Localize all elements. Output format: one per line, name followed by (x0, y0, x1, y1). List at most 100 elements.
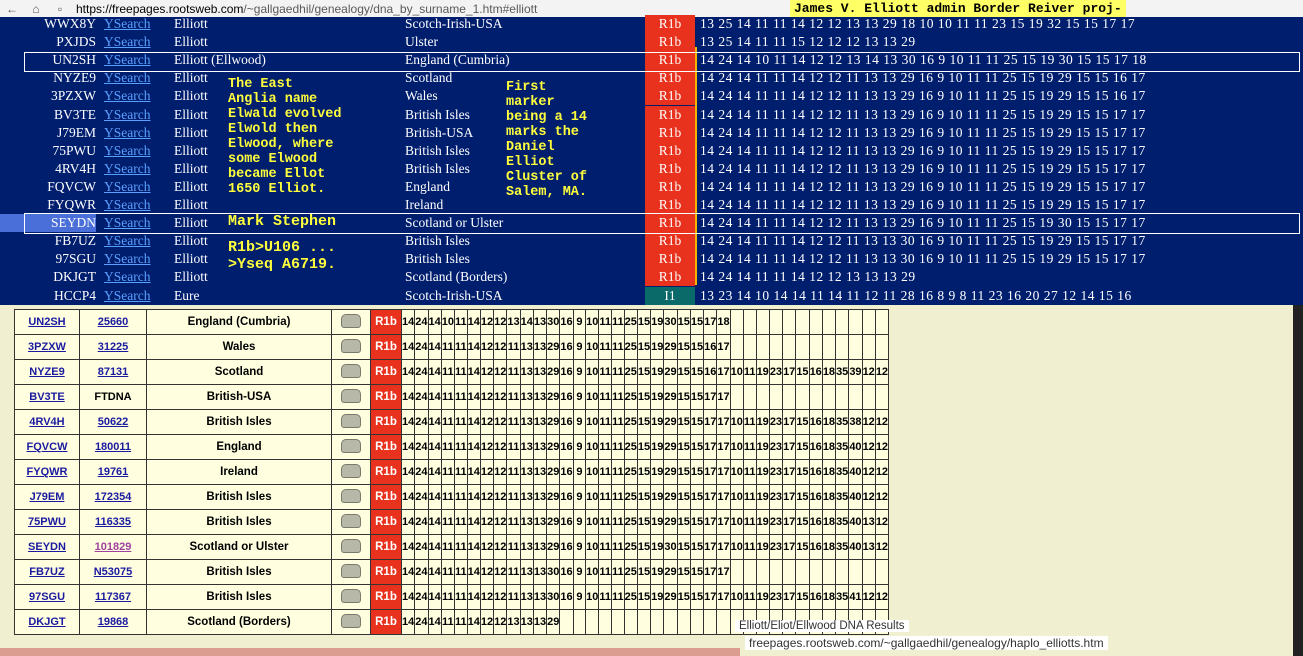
marker-value: 25 (623, 334, 638, 360)
ysearch-link[interactable]: YSearch (104, 287, 150, 305)
marker-value: 23 (768, 584, 784, 610)
ysearch-id-link[interactable]: 25660 (79, 309, 147, 335)
marker-value: 18 (821, 584, 837, 610)
kit-link[interactable]: J79EM (14, 484, 80, 510)
marker-value: 13 (519, 534, 534, 560)
map-icon-cell[interactable] (331, 534, 371, 560)
kit-link[interactable]: FB7UZ (14, 559, 80, 585)
marker-value: 11 (598, 409, 613, 435)
map-icon[interactable] (341, 588, 361, 603)
map-icon-cell[interactable] (331, 559, 371, 585)
ysearch-id-link[interactable]: 172354 (79, 484, 147, 510)
marker-value: 16 (559, 334, 574, 360)
haplogroup-cell: R1b (370, 459, 402, 485)
ysearch-link[interactable]: YSearch (104, 69, 150, 87)
marker-value: 14 (427, 409, 442, 435)
map-icon[interactable] (341, 388, 361, 403)
map-icon[interactable] (341, 463, 361, 478)
str-values: 14 24 14 11 11 14 12 12 11 13 13 29 16 9… (700, 142, 1146, 158)
map-icon[interactable] (341, 413, 361, 428)
ysearch-link[interactable]: YSearch (104, 87, 150, 105)
map-icon[interactable] (341, 488, 361, 503)
marker-value (585, 609, 600, 635)
address-bar[interactable]: https://freepages.rootsweb.com/~gallgaed… (76, 2, 537, 16)
marker-value: 11 (611, 509, 625, 535)
kit-link[interactable]: 4RV4H (14, 409, 80, 435)
ysearch-link[interactable]: YSearch (104, 142, 150, 160)
ysearch-id-link[interactable]: 31225 (79, 334, 147, 360)
ysearch-link[interactable]: YSearch (104, 232, 150, 250)
marker-value: 11 (454, 309, 468, 335)
map-icon[interactable] (341, 313, 361, 328)
kit-link[interactable]: DKJGT (14, 609, 80, 635)
ysearch-id-link[interactable]: 101829 (79, 534, 147, 560)
map-icon-cell[interactable] (331, 459, 371, 485)
ysearch-id-link[interactable]: 180011 (79, 434, 147, 460)
origin: England (405, 178, 450, 194)
kit-link[interactable]: 3PZXW (14, 334, 80, 360)
marker-value (559, 609, 574, 635)
map-icon-cell[interactable] (331, 484, 371, 510)
ysearch-id-link[interactable]: 87131 (79, 359, 147, 385)
kit-id: PXJDS (56, 34, 96, 50)
ysearch-link[interactable]: YSearch (104, 268, 150, 286)
haplogroup: R1b (645, 123, 695, 142)
haplogroup: R1b (645, 141, 695, 160)
ysearch-link[interactable]: YSearch (104, 214, 150, 232)
marker-value (874, 309, 890, 335)
marker-value: 11 (611, 434, 625, 460)
kit-link[interactable]: 75PWU (14, 509, 80, 535)
marker-value: 15 (636, 559, 652, 585)
map-icon-cell[interactable] (331, 309, 371, 335)
map-icon[interactable] (341, 513, 361, 528)
ysearch-id-link[interactable]: 19868 (79, 609, 147, 635)
map-icon-cell[interactable] (331, 509, 371, 535)
table-row: NYZE9 87131 Scotland R1b 14 24 14 11 11 14 12 12 11 1… (14, 359, 890, 385)
marker-value: 12 (479, 409, 495, 435)
map-icon[interactable] (341, 538, 361, 553)
ysearch-id-link[interactable]: 116335 (79, 509, 147, 535)
ysearch-link[interactable]: YSearch (104, 51, 150, 69)
marker-value: 40 (848, 484, 863, 510)
map-icon[interactable] (341, 613, 361, 628)
kit-link[interactable]: 97SGU (14, 584, 80, 610)
ysearch-id-link[interactable]: N53075 (79, 559, 147, 585)
map-icon[interactable] (341, 438, 361, 453)
marker-value: 35 (835, 484, 850, 510)
ysearch-link[interactable]: YSearch (104, 178, 150, 196)
ysearch-link[interactable]: YSearch (104, 250, 150, 268)
map-icon[interactable] (341, 363, 361, 378)
kit-link[interactable]: NYZE9 (14, 359, 80, 385)
ysearch-id-link[interactable]: 19761 (79, 459, 147, 485)
footer-url[interactable]: freepages.rootsweb.com/~gallgaedhil/gene… (745, 636, 1108, 650)
marker-value: 15 (795, 534, 810, 560)
map-icon-cell[interactable] (331, 334, 371, 360)
kit-link[interactable]: BV3TE (14, 384, 80, 410)
ysearch-id-link[interactable]: 50622 (79, 409, 147, 435)
ysearch-id-link[interactable]: 117367 (79, 584, 147, 610)
origin: Scotch-Irish-USA (405, 16, 503, 31)
map-icon-cell[interactable] (331, 384, 371, 410)
map-icon-cell[interactable] (331, 434, 371, 460)
ysearch-link[interactable]: YSearch (104, 15, 150, 33)
map-icon[interactable] (341, 338, 361, 353)
ysearch-link[interactable]: YSearch (104, 33, 150, 51)
map-icon-cell[interactable] (331, 359, 371, 385)
map-icon[interactable] (341, 563, 361, 578)
ysearch-link[interactable]: YSearch (104, 124, 150, 142)
marker-value: 17 (703, 559, 718, 585)
map-icon-cell[interactable] (331, 584, 371, 610)
marker-value: 11 (440, 534, 456, 560)
ysearch-link[interactable]: YSearch (104, 196, 150, 214)
map-icon-cell[interactable] (331, 609, 371, 635)
kit-link[interactable]: SEYDN (14, 534, 80, 560)
marker-value: 11 (598, 384, 613, 410)
map-icon-cell[interactable] (331, 409, 371, 435)
surname: Elliott (174, 106, 208, 122)
kit-link[interactable]: FYQWR (14, 459, 80, 485)
marker-value: 9 (572, 459, 587, 485)
kit-link[interactable]: UN2SH (14, 309, 80, 335)
kit-link[interactable]: FQVCW (14, 434, 80, 460)
ysearch-link[interactable]: YSearch (104, 160, 150, 178)
ysearch-link[interactable]: YSearch (104, 106, 150, 124)
